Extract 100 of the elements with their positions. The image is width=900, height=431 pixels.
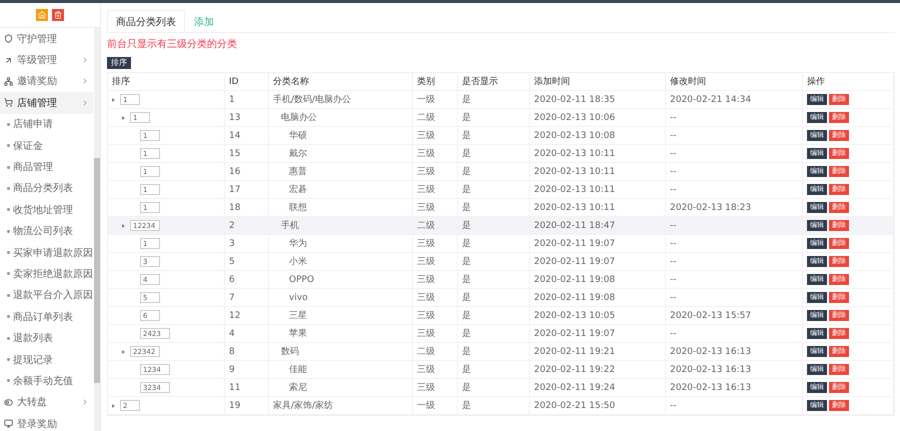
column-header: 分类名称	[269, 73, 413, 90]
menu-item-icon	[4, 98, 13, 108]
table-cell: 是	[458, 163, 530, 180]
table-cell-text: 索尼	[288, 382, 307, 394]
caret-icon[interactable]	[112, 404, 115, 408]
table-cell: 2020-02-11 19:21	[530, 343, 666, 360]
table-cell: --	[666, 109, 803, 126]
table-cell: --	[666, 181, 803, 198]
table-cell-text: 电脑办公	[280, 112, 317, 124]
table-cell: 是	[458, 325, 530, 342]
sidebar-subitem[interactable]: 退款列表	[0, 327, 93, 349]
table-cell: 13	[225, 109, 269, 126]
sidebar-item[interactable]: 守护管理	[0, 28, 93, 50]
notice-text: 前台只显示有三级分类的分类	[107, 38, 238, 51]
table-cell: 是	[458, 271, 530, 288]
chevron-icon	[81, 77, 89, 86]
table-cell: 18	[225, 199, 269, 216]
menu-item-icon	[4, 419, 13, 428]
table-cell: 6	[225, 271, 269, 288]
table-cell: 三级	[413, 307, 458, 324]
sidebar-subitem[interactable]: 收货地址管理	[0, 199, 93, 221]
table-cell-text: 家具/家饰/家纺	[273, 400, 334, 412]
table-cell: 15	[225, 145, 269, 162]
table-cell: 三级	[413, 289, 458, 306]
table-cell: 三级	[413, 253, 458, 270]
table-cell: 14	[225, 127, 269, 144]
table-cell-text: 华硕	[288, 130, 307, 142]
table-cell: --	[666, 325, 803, 342]
table-cell: --	[666, 145, 803, 162]
table-cell: --	[666, 271, 803, 288]
table-cell: 2020-02-11 18:35	[530, 91, 666, 108]
table-cell: 三级	[413, 361, 458, 378]
sidebar-item[interactable]: 店铺管理	[0, 92, 93, 114]
table-cell: 是	[458, 289, 530, 306]
sort-button[interactable]: 排序	[107, 57, 131, 69]
sidebar-subitem[interactable]: 物流公司列表	[0, 220, 93, 242]
scrollbar[interactable]	[94, 28, 100, 431]
home-icon[interactable]	[36, 9, 48, 21]
column-header: 添加时间	[530, 73, 666, 90]
table-cell-text: 数码	[280, 346, 299, 358]
tab[interactable]: 商品分类列表	[107, 10, 185, 32]
table-cell: 三级	[413, 235, 458, 252]
menu-item-icon	[4, 76, 13, 86]
trash-icon[interactable]	[52, 9, 64, 21]
sidebar-subitem[interactable]: 提现记录	[0, 348, 93, 370]
table-cell: --	[666, 235, 803, 252]
table-cell: 是	[458, 307, 530, 324]
caret-icon[interactable]	[122, 116, 125, 120]
table-cell: --	[666, 253, 803, 270]
table-cell: 2020-02-11 19:07	[530, 325, 666, 342]
table-cell: 一级	[413, 397, 458, 414]
table-cell: 二级	[413, 217, 458, 234]
table-cell: 2020-02-13 15:57	[666, 307, 803, 324]
table-cell: 2020-02-13 16:13	[666, 361, 803, 378]
caret-icon[interactable]	[122, 350, 125, 354]
table-cell: 17	[225, 181, 269, 198]
table-cell: --	[666, 397, 803, 414]
sidebar-subitem[interactable]: 退款平台介入原因	[0, 284, 93, 306]
table-cell: 是	[458, 253, 530, 270]
sidebar-subitem[interactable]: 商品订单列表	[0, 306, 93, 328]
caret-icon[interactable]	[112, 98, 115, 102]
table-cell-text: 三星	[288, 310, 307, 322]
column-header: ID	[225, 73, 269, 90]
column-header: 类别	[413, 73, 458, 90]
table-cell-text: 苹果	[288, 328, 307, 340]
table-cell-text: 戴尔	[288, 148, 307, 160]
sidebar-subitem[interactable]: 买家申请退款原因	[0, 242, 93, 264]
sidebar-item[interactable]: 邀请奖励	[0, 70, 93, 92]
table-cell: 7	[225, 289, 269, 306]
chevron-icon	[81, 98, 89, 107]
table-cell-text: 手机/数码/电脑办公	[273, 94, 352, 106]
sidebar-item[interactable]: 等级管理	[0, 49, 93, 71]
table-cell: 是	[458, 127, 530, 144]
table-cell: 三级	[413, 181, 458, 198]
table-cell: 1	[225, 91, 269, 108]
chevron-icon	[81, 56, 89, 64]
menu-item-icon	[4, 34, 13, 44]
table-cell: 三级	[413, 145, 458, 162]
table-cell: 19	[225, 397, 269, 414]
table-cell-text: 宏碁	[288, 184, 307, 196]
sidebar-subitem[interactable]: 卖家拒绝退款原因	[0, 263, 93, 285]
table-cell: 是	[458, 199, 530, 216]
sidebar-subitem[interactable]: 商品管理	[0, 156, 93, 178]
table-cell: 2020-02-13 10:11	[530, 163, 666, 180]
caret-icon[interactable]	[122, 224, 125, 228]
sidebar-subitem[interactable]: 商品分类列表	[0, 178, 93, 200]
table-cell: 三级	[413, 163, 458, 180]
table-cell: 三级	[413, 199, 458, 216]
sidebar-item[interactable]: 大转盘	[0, 392, 93, 414]
sidebar-item[interactable]: 登录奖励	[0, 413, 93, 431]
sidebar-subitem[interactable]: 余额手动充值	[0, 370, 93, 392]
table-cell: 2020-02-13 10:08	[530, 127, 666, 144]
sidebar-subitem[interactable]: 保证金	[0, 134, 93, 156]
sidebar-subitem[interactable]: 店铺申请	[0, 114, 93, 135]
table-cell-text: OPPO	[288, 274, 314, 284]
table-cell: 二级	[413, 343, 458, 360]
table-cell: 2020-02-13 18:23	[666, 199, 803, 216]
table-cell: 2020-02-11 19:24	[530, 379, 666, 396]
table-cell: 2	[225, 217, 269, 234]
table-cell: 2020-02-13 10:11	[530, 181, 666, 198]
